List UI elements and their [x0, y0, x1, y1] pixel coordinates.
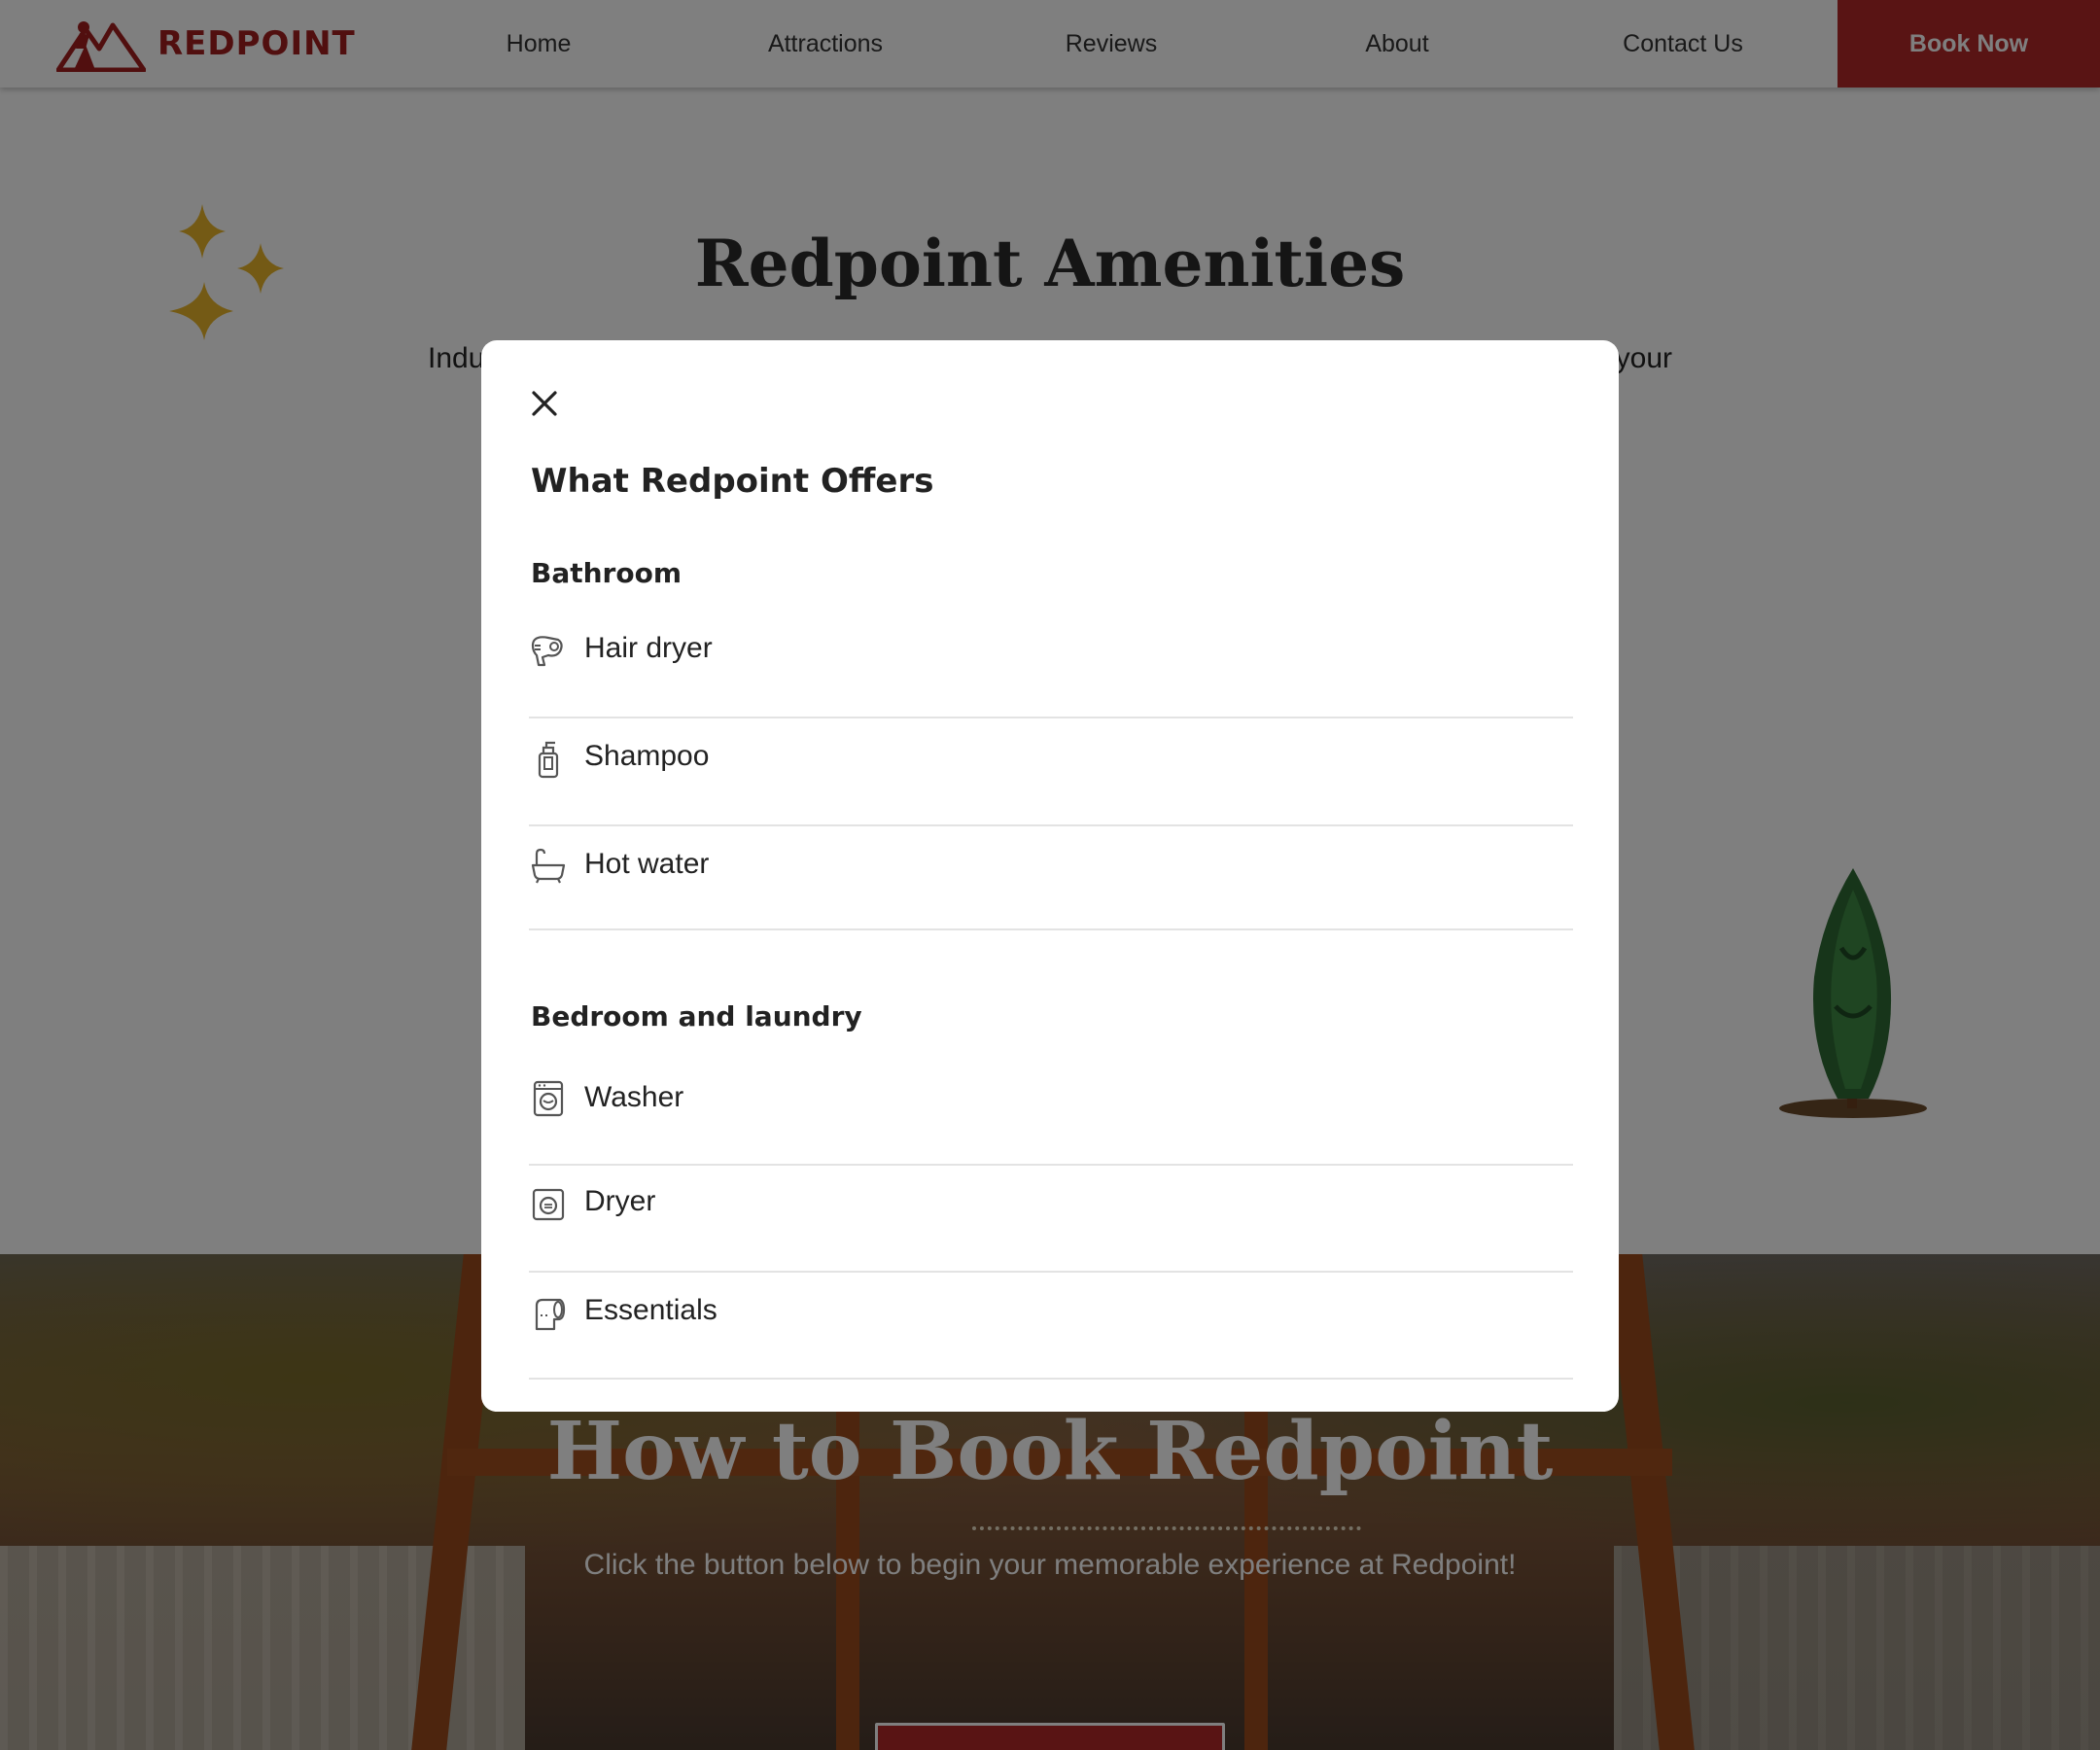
toilet-paper-icon [535, 1298, 566, 1331]
amenity-item: Hot water [529, 826, 1573, 930]
amenities-modal: What Redpoint Offers Bathroom Hair dryer… [481, 340, 1619, 1412]
close-icon[interactable] [526, 385, 563, 422]
category-heading-bathroom: Bathroom [531, 557, 682, 589]
amenity-label: Essentials [584, 1294, 718, 1326]
amenity-item: Essentials [529, 1273, 1573, 1380]
amenity-label: Shampoo [584, 740, 710, 772]
shampoo-icon [538, 741, 559, 779]
dryer-icon [532, 1188, 565, 1221]
amenity-item: Washer [529, 1060, 1573, 1166]
hair-dryer-icon [531, 636, 563, 667]
modal-title: What Redpoint Offers [531, 462, 934, 501]
bathtub-icon [531, 848, 566, 884]
amenity-label: Hair dryer [584, 632, 713, 664]
amenity-item: Dryer [529, 1166, 1573, 1273]
washer-icon [533, 1080, 564, 1117]
amenity-label: Dryer [584, 1185, 656, 1217]
amenity-item: Shampoo [529, 718, 1573, 826]
amenity-label: Hot water [584, 848, 710, 880]
amenity-item: Hair dryer [529, 611, 1573, 718]
amenity-label: Washer [584, 1081, 684, 1113]
category-heading-bedroom-and-laundry: Bedroom and laundry [531, 1000, 862, 1032]
